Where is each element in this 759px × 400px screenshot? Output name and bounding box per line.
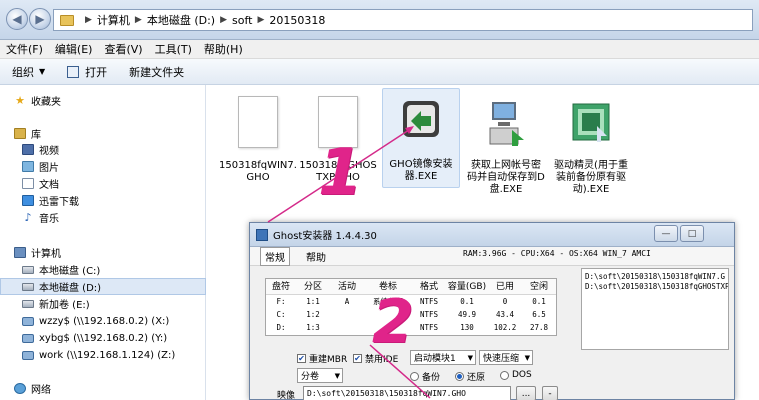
arrow-head-icon [405,126,414,134]
annotation-number-2: 2 [372,287,414,357]
annotation-number-1: 1 [318,136,363,210]
